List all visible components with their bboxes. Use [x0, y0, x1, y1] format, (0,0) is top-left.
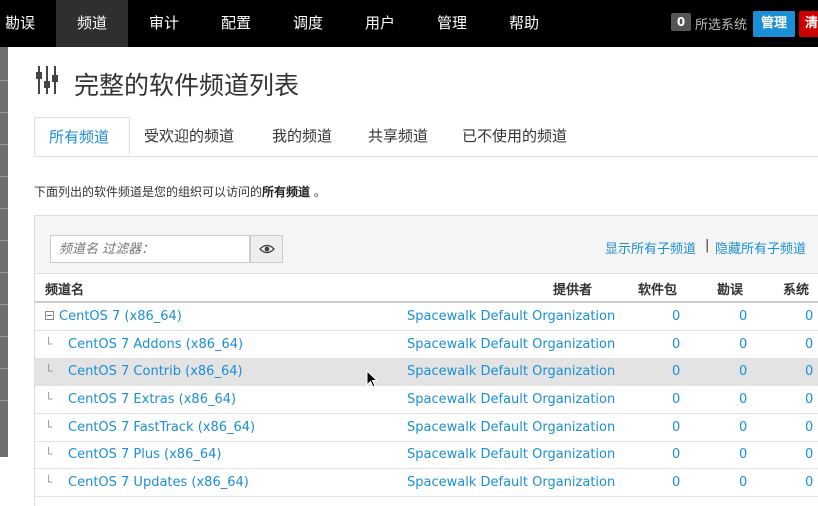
provider-link[interactable]: Spacewalk Default Organization: [407, 447, 615, 462]
provider-link[interactable]: Spacewalk Default Organization: [407, 364, 615, 379]
hide-all-subchannels-link[interactable]: 隐藏所有子频道: [715, 238, 806, 257]
nav-item-admin[interactable]: 管理: [416, 0, 488, 47]
tab-shared-channels[interactable]: 共享频道: [368, 117, 428, 156]
intro-suffix: 。: [313, 185, 326, 199]
systems-count[interactable]: 0: [805, 420, 813, 435]
provider-link[interactable]: Spacewalk Default Organization: [407, 420, 615, 435]
nav-item-audit[interactable]: 审计: [128, 0, 200, 47]
packages-count[interactable]: 0: [672, 447, 680, 462]
channel-filter-input[interactable]: [50, 235, 250, 263]
nav-item-errata[interactable]: 勘误: [0, 0, 40, 47]
errata-count[interactable]: 0: [739, 447, 747, 462]
systems-count[interactable]: 0: [805, 309, 813, 324]
errata-count[interactable]: 0: [739, 337, 747, 352]
packages-count[interactable]: 0: [672, 364, 680, 379]
errata-count[interactable]: 0: [739, 475, 747, 490]
packages-count[interactable]: 0: [672, 420, 680, 435]
channel-name-link[interactable]: CentOS 7 (x86_64): [59, 309, 182, 324]
mouse-pointer-icon: [366, 370, 378, 388]
channel-name-link[interactable]: CentOS 7 Updates (x86_64): [68, 475, 249, 490]
packages-count[interactable]: 0: [672, 337, 680, 352]
selected-systems-label[interactable]: 所选系统: [695, 14, 747, 33]
minus-square-icon[interactable]: [45, 311, 54, 320]
systems-count[interactable]: 0: [805, 475, 813, 490]
errata-count[interactable]: 0: [739, 364, 747, 379]
tab-all-channels[interactable]: 所有频道: [34, 117, 130, 156]
nav-item-users[interactable]: 用户: [344, 0, 416, 47]
filter-bar: 显示所有子频道 | 隐藏所有子频道: [35, 216, 818, 274]
provider-link[interactable]: Spacewalk Default Organization: [407, 392, 615, 407]
channel-name-link[interactable]: CentOS 7 Extras (x86_64): [68, 392, 236, 407]
errata-count[interactable]: 0: [739, 309, 747, 324]
table-row: CentOS 7 (x86_64) Spacewalk Default Orga…: [35, 303, 818, 331]
provider-link[interactable]: Spacewalk Default Organization: [407, 475, 615, 490]
channel-table-panel: 显示所有子频道 | 隐藏所有子频道 频道名 提供者 软件包 勘误 系统 Cent…: [34, 215, 818, 506]
channel-name-link[interactable]: CentOS 7 Addons (x86_64): [68, 337, 243, 352]
top-navbar: 勘误 频道 审计 配置 调度 用户 管理 帮助 0 所选系统 管理 清: [0, 0, 818, 47]
filter-button[interactable]: [250, 235, 283, 263]
channel-name-link[interactable]: CentOS 7 Plus (x86_64): [68, 447, 221, 462]
table-row: └ CentOS 7 FastTrack (x86_64) Spacewalk …: [35, 414, 818, 442]
nav-item-schedule[interactable]: 调度: [272, 0, 344, 47]
packages-count[interactable]: 0: [672, 475, 680, 490]
errata-count[interactable]: 0: [739, 392, 747, 407]
table-header: 频道名 提供者 软件包 勘误 系统: [35, 274, 818, 303]
table-row: └ CentOS 7 Plus (x86_64) Spacewalk Defau…: [35, 441, 818, 469]
systems-count[interactable]: 0: [805, 364, 813, 379]
left-sidebar-strip: [0, 47, 8, 457]
errata-count[interactable]: 0: [739, 420, 747, 435]
table-row: └ CentOS 7 Contrib (x86_64) Spacewalk De…: [35, 358, 818, 386]
systems-count[interactable]: 0: [805, 447, 813, 462]
table-row: └ CentOS 7 Addons (x86_64) Spacewalk Def…: [35, 331, 818, 359]
tree-branch-icon: └: [45, 337, 53, 351]
table-row: └ CentOS 7 Updates (x86_64) Spacewalk De…: [35, 469, 818, 497]
tree-branch-icon: └: [45, 364, 53, 378]
channel-tabs: 所有频道 受欢迎的频道 我的频道 共享频道 已不使用的频道: [34, 117, 818, 157]
intro-text: 下面列出的软件频道是您的组织可以访问的所有频道 。: [34, 183, 326, 200]
tab-my-channels[interactable]: 我的频道: [272, 117, 332, 156]
nav-item-channels[interactable]: 频道: [56, 0, 128, 47]
selected-systems-count[interactable]: 0: [671, 13, 691, 31]
systems-count[interactable]: 0: [805, 392, 813, 407]
header-packages[interactable]: 软件包: [638, 279, 677, 298]
provider-link[interactable]: Spacewalk Default Organization: [407, 337, 615, 352]
intro-bold: 所有频道: [262, 185, 311, 199]
tab-popular-channels[interactable]: 受欢迎的频道: [144, 117, 234, 156]
header-systems[interactable]: 系统: [783, 279, 809, 298]
tree-branch-icon: └: [45, 447, 53, 461]
sliders-icon: [36, 66, 58, 94]
clear-button[interactable]: 清: [799, 11, 818, 37]
tab-retired-channels[interactable]: 已不使用的频道: [462, 117, 567, 156]
intro-prefix: 下面列出的软件频道是您的组织可以访问的: [34, 185, 263, 199]
packages-count[interactable]: 0: [672, 309, 680, 324]
channel-name-link[interactable]: CentOS 7 FastTrack (x86_64): [68, 420, 255, 435]
header-channel-name[interactable]: 频道名: [45, 279, 84, 298]
nav-item-configuration[interactable]: 配置: [200, 0, 272, 47]
header-errata[interactable]: 勘误: [717, 279, 743, 298]
show-all-subchannels-link[interactable]: 显示所有子频道: [605, 238, 696, 257]
provider-link[interactable]: Spacewalk Default Organization: [407, 309, 615, 324]
link-separator: |: [705, 238, 710, 253]
packages-count[interactable]: 0: [672, 392, 680, 407]
nav-item-help[interactable]: 帮助: [488, 0, 560, 47]
tree-branch-icon: └: [45, 392, 53, 406]
table-row: └ CentOS 7 Extras (x86_64) Spacewalk Def…: [35, 386, 818, 414]
systems-count[interactable]: 0: [805, 337, 813, 352]
eye-icon: [259, 244, 275, 254]
page-title: 完整的软件频道列表: [74, 71, 300, 100]
tree-branch-icon: └: [45, 420, 53, 434]
channel-name-link[interactable]: CentOS 7 Contrib (x86_64): [68, 364, 243, 379]
header-provider[interactable]: 提供者: [553, 279, 592, 298]
manage-button[interactable]: 管理: [753, 11, 795, 37]
tree-branch-icon: └: [45, 475, 53, 489]
